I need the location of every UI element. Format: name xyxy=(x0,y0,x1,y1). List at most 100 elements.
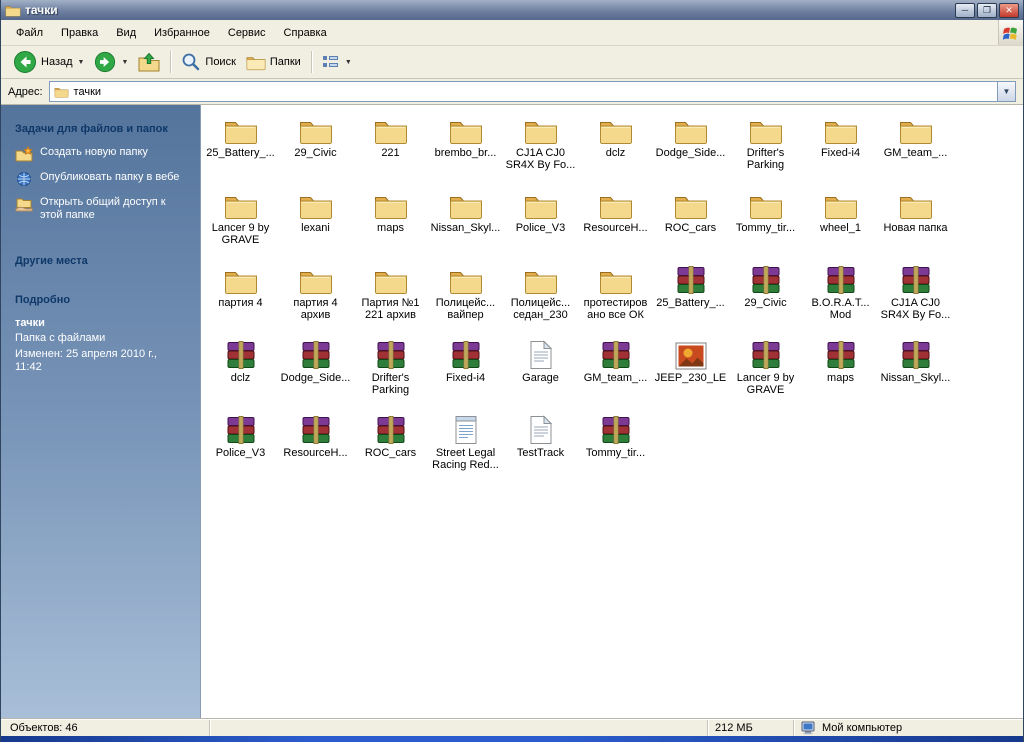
text-icon xyxy=(529,338,553,370)
file-item[interactable]: 25_Battery_... xyxy=(653,261,728,336)
address-input[interactable]: тачки ▼ xyxy=(48,81,1016,102)
close-button[interactable]: ✕ xyxy=(999,2,1019,18)
file-item[interactable]: ResourceH... xyxy=(278,411,353,486)
folder-icon xyxy=(524,113,558,145)
file-label: Fixed-i4 xyxy=(820,147,861,159)
file-item[interactable]: 25_Battery_... xyxy=(203,111,278,186)
file-item[interactable]: Drifter's Parking xyxy=(353,336,428,411)
folder-icon xyxy=(224,188,258,220)
folder-icon xyxy=(449,188,483,220)
folder-icon xyxy=(374,113,408,145)
file-item[interactable]: ResourceH... xyxy=(578,186,653,261)
folder-icon xyxy=(299,263,333,295)
menu-item[interactable]: Избранное xyxy=(145,23,219,43)
menu-item[interactable]: Справка xyxy=(275,23,336,43)
file-label: партия 4 архив xyxy=(293,297,338,321)
file-item[interactable]: 221 xyxy=(353,111,428,186)
minimize-button[interactable]: ─ xyxy=(955,2,975,18)
file-item[interactable]: dclz xyxy=(578,111,653,186)
address-bar: Адрес: тачки ▼ xyxy=(1,79,1023,105)
file-item[interactable]: GM_team_... xyxy=(878,111,953,186)
menu-item[interactable]: Файл xyxy=(7,23,52,43)
menu-item[interactable]: Сервис xyxy=(219,23,275,43)
folders-label: Папки xyxy=(269,56,301,68)
file-item[interactable]: 29_Civic xyxy=(278,111,353,186)
file-item[interactable]: Dodge_Side... xyxy=(653,111,728,186)
folder-icon xyxy=(224,263,258,295)
file-item[interactable]: Tommy_tir... xyxy=(728,186,803,261)
file-item[interactable]: Tommy_tir... xyxy=(578,411,653,486)
file-item[interactable]: lexani xyxy=(278,186,353,261)
file-item[interactable]: JEEP_230_LE xyxy=(653,336,728,411)
search-button[interactable]: Поиск xyxy=(176,50,240,74)
file-item[interactable]: ROC_cars xyxy=(653,186,728,261)
new-folder-icon xyxy=(15,146,33,162)
file-item[interactable]: maps xyxy=(803,336,878,411)
up-button[interactable] xyxy=(133,50,165,74)
file-item[interactable]: партия 4 xyxy=(203,261,278,336)
menu-item[interactable]: Правка xyxy=(52,23,107,43)
file-label: CJ1A CJ0 SR4X By Fo... xyxy=(505,147,576,171)
file-item[interactable]: Dodge_Side... xyxy=(278,336,353,411)
file-item[interactable]: brembo_br... xyxy=(428,111,503,186)
file-item[interactable]: ROC_cars xyxy=(353,411,428,486)
task-item[interactable]: Опубликовать папку в вебе xyxy=(15,171,186,187)
folder-icon xyxy=(524,263,558,295)
file-label: Nissan_Skyl... xyxy=(430,222,501,234)
file-label: Полицейс... вайпер xyxy=(435,297,496,321)
file-item[interactable]: TestTrack xyxy=(503,411,578,486)
file-item[interactable]: Garage xyxy=(503,336,578,411)
file-item[interactable]: Police_V3 xyxy=(503,186,578,261)
taskbar-strip[interactable] xyxy=(1,736,1023,742)
file-item[interactable]: Полицейс... седан_230 xyxy=(503,261,578,336)
folder-icon xyxy=(449,263,483,295)
file-item[interactable]: CJ1A CJ0 SR4X By Fo... xyxy=(503,111,578,186)
file-item[interactable]: Полицейс... вайпер xyxy=(428,261,503,336)
file-item[interactable]: Lancer 9 by GRAVE xyxy=(203,186,278,261)
file-item[interactable]: B.O.R.A.T... Mod xyxy=(803,261,878,336)
other-places-header[interactable]: Другие места xyxy=(15,255,186,267)
file-item[interactable]: Новая папка xyxy=(878,186,953,261)
maximize-button[interactable]: ❐ xyxy=(977,2,997,18)
file-label: lexani xyxy=(301,222,330,234)
task-label: Опубликовать папку в вебе xyxy=(40,171,180,183)
folder-icon xyxy=(449,113,483,145)
file-item[interactable]: Fixed-i4 xyxy=(803,111,878,186)
file-label: dclz xyxy=(605,147,626,159)
file-item[interactable]: партия 4 архив xyxy=(278,261,353,336)
file-item[interactable]: wheel_1 xyxy=(803,186,878,261)
menu-item[interactable]: Вид xyxy=(107,23,145,43)
forward-button[interactable]: ▼ xyxy=(89,49,133,75)
file-label: 221 xyxy=(381,147,400,159)
file-item[interactable]: Партия №1 221 архив xyxy=(353,261,428,336)
back-icon xyxy=(13,50,37,74)
status-location-label: Мой компьютер xyxy=(822,722,903,734)
file-item[interactable]: Police_V3 xyxy=(203,411,278,486)
file-label: Tommy_tir... xyxy=(735,222,796,234)
task-item[interactable]: Открыть общий доступ к этой папке xyxy=(15,196,186,222)
toolbar-separator xyxy=(170,51,172,73)
status-bar: Объектов: 46 212 МБ Мой компьютер xyxy=(1,719,1023,736)
file-item[interactable]: CJ1A CJ0 SR4X By Fo... xyxy=(878,261,953,336)
file-item[interactable]: 29_Civic xyxy=(728,261,803,336)
folders-button[interactable]: Папки xyxy=(241,52,306,73)
file-item[interactable]: GM_team_... xyxy=(578,336,653,411)
file-item[interactable]: maps xyxy=(353,186,428,261)
file-item[interactable]: dclz xyxy=(203,336,278,411)
file-label: Drifter's Parking xyxy=(746,147,785,171)
details-header[interactable]: Подробно xyxy=(15,294,186,306)
file-item[interactable]: протестиров ано все ОК xyxy=(578,261,653,336)
file-item[interactable]: Nissan_Skyl... xyxy=(878,336,953,411)
file-item[interactable]: Street Legal Racing Red... xyxy=(428,411,503,486)
file-item[interactable]: Lancer 9 by GRAVE xyxy=(728,336,803,411)
file-item[interactable]: Nissan_Skyl... xyxy=(428,186,503,261)
file-item[interactable]: Drifter's Parking xyxy=(728,111,803,186)
file-item[interactable]: Fixed-i4 xyxy=(428,336,503,411)
status-object-count: Объектов: 46 xyxy=(10,722,78,734)
folder-icon xyxy=(299,188,333,220)
back-label: Назад xyxy=(41,56,73,68)
address-dropdown-icon[interactable]: ▼ xyxy=(997,82,1015,101)
back-button[interactable]: Назад ▼ xyxy=(8,48,89,76)
task-item[interactable]: Создать новую папку xyxy=(15,146,186,162)
views-button[interactable]: ▼ xyxy=(317,52,357,72)
